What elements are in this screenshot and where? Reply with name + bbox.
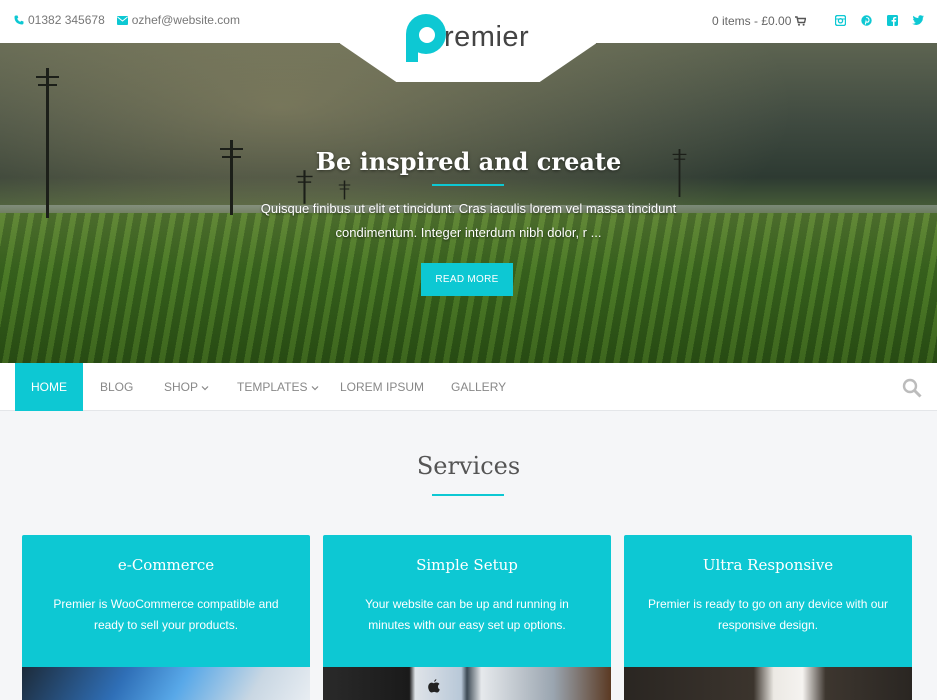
service-card-image	[22, 667, 310, 700]
service-card: e-Commerce Premier is WooCommerce compat…	[22, 535, 310, 700]
service-card: Simple Setup Your website can be up and …	[323, 535, 611, 700]
read-more-button[interactable]: READ MORE	[421, 263, 513, 296]
services-title: Services	[416, 452, 521, 480]
apple-logo-icon	[428, 679, 440, 693]
cart-icon	[795, 16, 807, 26]
contact-info: 01382 345678 ozhef@website.com	[14, 13, 240, 27]
service-card-image	[624, 667, 912, 700]
social-links	[833, 13, 925, 27]
email-link[interactable]: ozhef@website.com	[116, 13, 240, 27]
logo-wordmark: remier	[444, 20, 530, 53]
phone-link[interactable]: 01382 345678	[14, 13, 105, 27]
hero-divider	[432, 184, 504, 186]
nav-item-label: SHOP	[164, 380, 198, 394]
hero-text: Quisque finibus ut elit et tincidunt. Cr…	[260, 201, 677, 240]
nav-item-home[interactable]: HOME	[15, 363, 83, 411]
instagram-icon[interactable]	[833, 13, 847, 27]
service-card-title: Simple Setup	[416, 556, 518, 574]
chevron-down-icon	[201, 386, 209, 391]
nav-item-blog[interactable]: BLOG	[100, 363, 133, 411]
service-card-desc: Premier is ready to go on any device wit…	[647, 597, 889, 632]
logo-p-icon	[406, 14, 446, 62]
service-card-image	[323, 667, 611, 700]
service-card-desc: Premier is WooCommerce compatible and re…	[53, 597, 279, 632]
cart-link[interactable]: 0 items - £0.00	[712, 14, 807, 28]
nav-item-label: GALLERY	[451, 380, 507, 394]
nav-item-label: TEMPLATES	[237, 380, 308, 394]
service-card: Ultra Responsive Premier is ready to go …	[624, 535, 912, 700]
service-card-title: Ultra Responsive	[702, 556, 834, 574]
nav-item-label: LOREM IPSUM	[340, 380, 425, 394]
nav-item-gallery[interactable]: GALLERY	[451, 363, 506, 411]
phone-number: 01382 345678	[28, 13, 105, 27]
site-logo[interactable]: remier	[404, 12, 529, 62]
pinterest-icon[interactable]	[859, 13, 873, 27]
nav-item-label: BLOG	[100, 380, 134, 394]
hero-title: Be inspired and create	[315, 147, 622, 176]
cart-summary: 0 items - £0.00	[712, 14, 792, 28]
twitter-icon[interactable]	[911, 13, 925, 27]
service-card-title: e-Commerce	[117, 556, 215, 574]
envelope-icon	[116, 15, 128, 25]
power-pole	[36, 68, 59, 218]
nav-item-shop[interactable]: SHOP	[164, 363, 209, 411]
email-address: ozhef@website.com	[131, 13, 240, 27]
nav-item-templates[interactable]: TEMPLATES	[237, 363, 319, 411]
facebook-icon[interactable]	[885, 13, 899, 27]
phone-icon	[14, 15, 24, 25]
search-icon[interactable]	[902, 378, 922, 398]
chevron-down-icon	[311, 386, 319, 391]
service-card-desc: Your website can be up and running in mi…	[365, 597, 569, 632]
hero-banner: Be inspired and create Quisque finibus u…	[0, 43, 937, 363]
services-divider	[432, 494, 504, 496]
main-navigation: HOME BLOG SHOP TEMPLATES LOREM IPSUM GAL…	[0, 363, 937, 411]
nav-item-label: HOME	[31, 380, 67, 394]
nav-item-lorem-ipsum[interactable]: LOREM IPSUM	[340, 363, 424, 411]
